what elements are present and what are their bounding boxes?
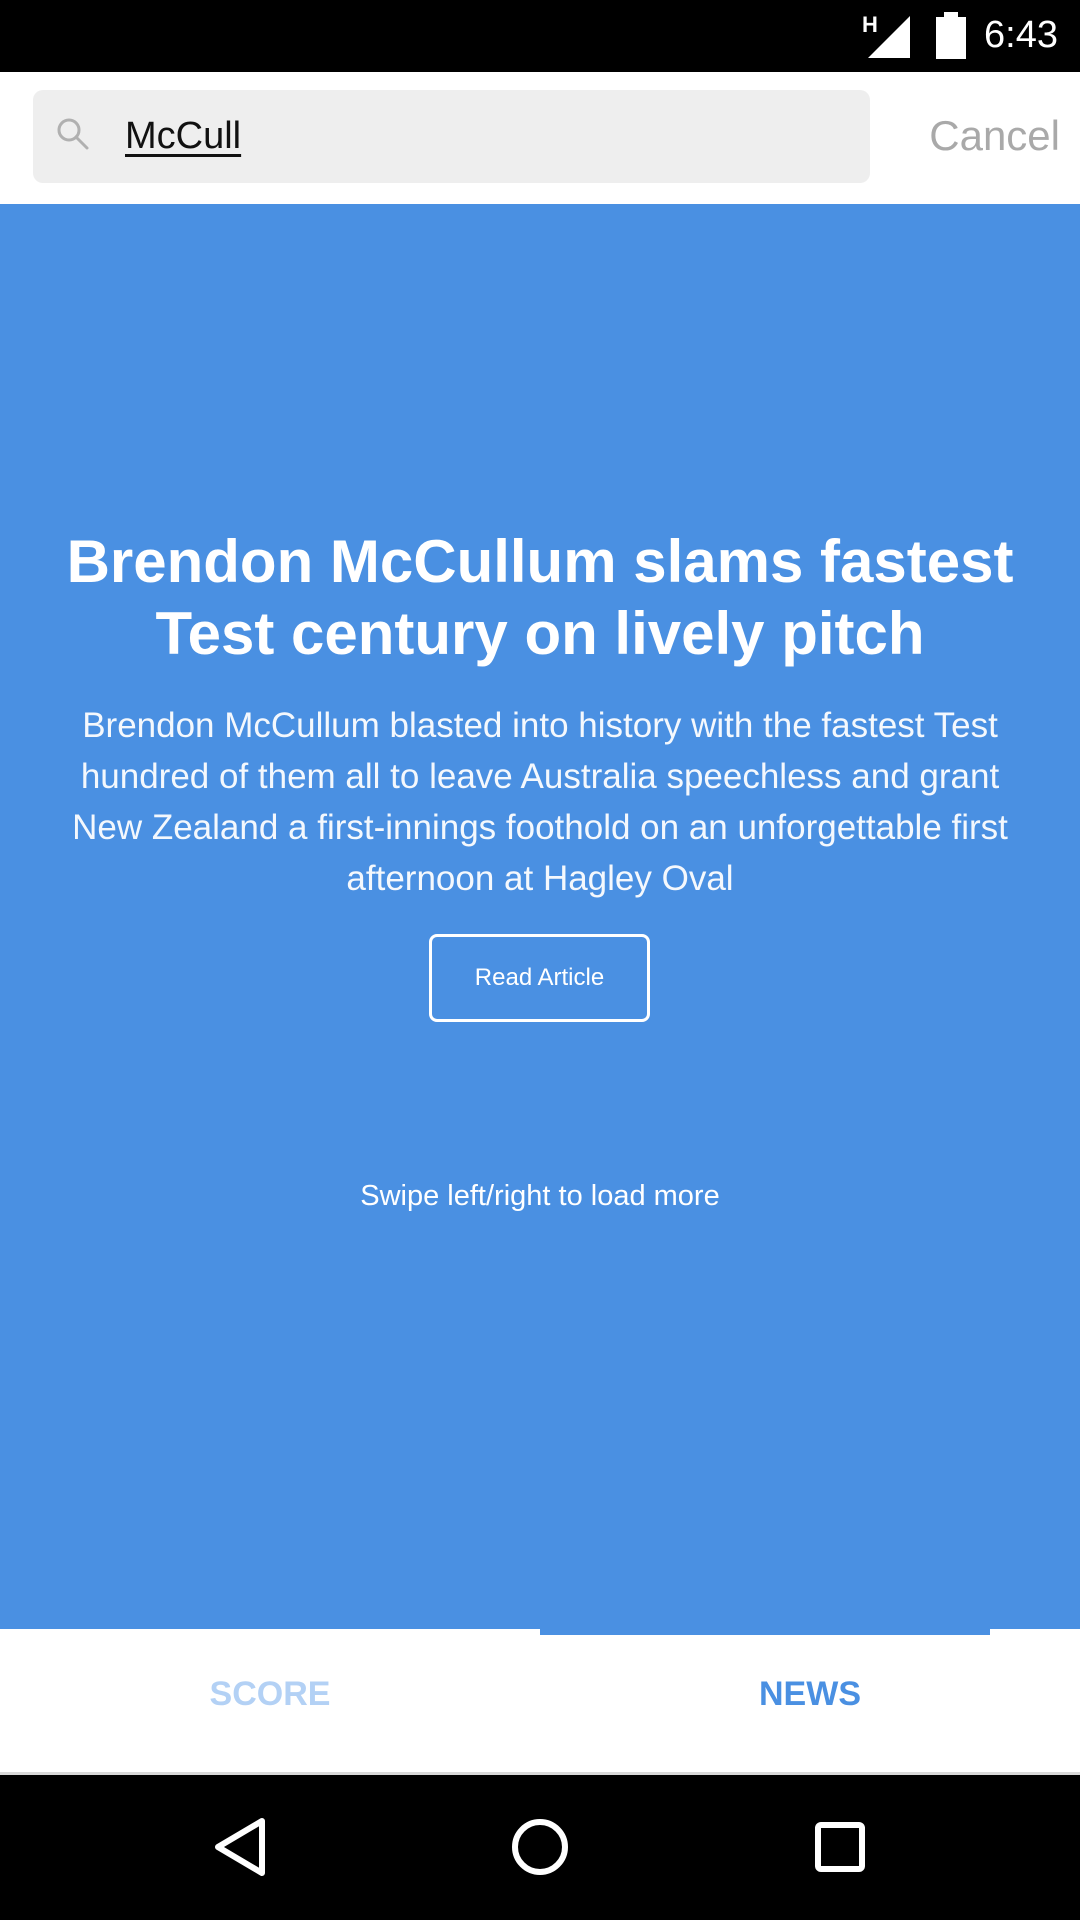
search-box[interactable]: [33, 90, 870, 183]
active-tab-indicator: [540, 1629, 990, 1635]
read-article-button[interactable]: Read Article: [429, 934, 650, 1022]
search-input[interactable]: [125, 104, 845, 168]
status-bar: H 6:43: [0, 0, 1080, 72]
article-summary: Brendon McCullum blasted into history wi…: [72, 706, 1008, 898]
tab-bar: SCORE NEWS: [0, 1629, 1080, 1775]
battery-icon: [936, 12, 966, 59]
network-type-label: H: [862, 12, 878, 37]
back-icon[interactable]: [200, 1807, 280, 1887]
swipe-hint: Swipe left/right to load more: [360, 1180, 720, 1212]
status-time: 6:43: [984, 14, 1058, 56]
cancel-button[interactable]: Cancel: [900, 106, 1060, 166]
home-icon[interactable]: [500, 1807, 580, 1887]
news-panel[interactable]: Brendon McCullum slams fastest Test cent…: [0, 204, 1080, 1629]
tab-score[interactable]: SCORE: [0, 1629, 540, 1775]
article-headline: Brendon McCullum slams fastest Test cent…: [66, 528, 1014, 667]
search-icon: [57, 118, 89, 150]
screen: H 6:43 Cancel Brendon McCullum slams fas…: [0, 0, 1080, 1920]
search-header: Cancel: [0, 72, 1080, 204]
tab-news[interactable]: NEWS: [540, 1629, 1080, 1775]
recents-icon[interactable]: [800, 1807, 880, 1887]
navigation-bar: [0, 1775, 1080, 1920]
